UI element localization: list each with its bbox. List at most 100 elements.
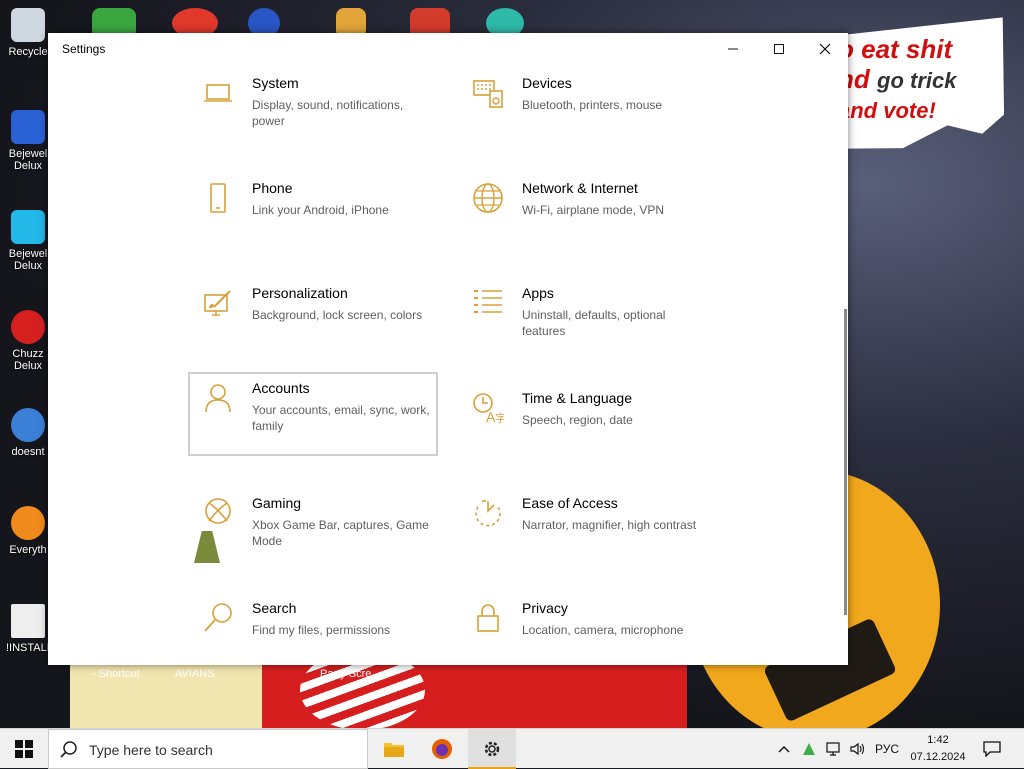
maximize-button[interactable] xyxy=(756,33,802,65)
network-icon[interactable] xyxy=(822,729,844,769)
settings-window: Settings System Display, sound, notifica… xyxy=(48,33,848,665)
tile-ease-of-access[interactable]: Ease of Access Narrator, magnifier, high… xyxy=(458,487,706,569)
tray-chevron-up-icon[interactable] xyxy=(774,729,794,769)
clock-date: 07.12.2024 xyxy=(910,751,966,763)
wallpaper-sign-line2b: go trick xyxy=(877,68,957,93)
taskbar-search-box[interactable] xyxy=(48,729,368,769)
tile-search[interactable]: Search Find my files, permissions xyxy=(188,592,436,665)
wallpaper-sign-line1: o eat shit xyxy=(838,34,953,64)
wallpaper-sign-line3: and vote! xyxy=(838,98,936,123)
clock-language-icon: A字 xyxy=(472,392,506,425)
tile-title: Phone xyxy=(252,180,293,196)
tile-title: Devices xyxy=(522,75,572,91)
tile-phone[interactable]: Phone Link your Android, iPhone xyxy=(188,172,436,254)
tile-title: Apps xyxy=(522,285,554,301)
desktop-icon-chuzzle[interactable]: Chuzz Delux xyxy=(6,310,50,372)
start-button[interactable] xyxy=(0,729,48,769)
notifications-button[interactable] xyxy=(978,729,1006,769)
maximize-icon xyxy=(774,44,784,54)
tile-description: Speech, region, date xyxy=(522,413,633,427)
wallpaper-label-party: Party Scre... xyxy=(320,668,381,680)
tile-accounts[interactable]: Accounts Your accounts, email, sync, wor… xyxy=(188,372,438,456)
desktop-icon-label: Bejewel Delux xyxy=(8,248,48,272)
taskbar-settings[interactable] xyxy=(468,729,516,769)
text-document-icon xyxy=(11,604,45,638)
desktop-icon-doesnt[interactable]: doesnt xyxy=(6,408,50,458)
desktop-icon-label: Bejewel Delux xyxy=(8,148,48,172)
tile-gaming[interactable]: Gaming Xbox Game Bar, captures, Game Mod… xyxy=(188,487,436,569)
tile-description: Find my files, permissions xyxy=(252,623,391,637)
desktop-icon-bejeweled-2[interactable]: Bejewel Delux xyxy=(6,210,50,272)
tile-description: Location, camera, microphone xyxy=(522,623,684,637)
volume-icon[interactable] xyxy=(846,729,868,769)
tile-description: Wi-Fi, airplane mode, VPN xyxy=(522,203,665,217)
desktop-icon-label: Everyth xyxy=(9,544,47,556)
desktop-icon-install[interactable]: !INSTALL xyxy=(6,604,53,654)
tile-system[interactable]: System Display, sound, notifications, po… xyxy=(188,67,436,149)
tile-devices[interactable]: Devices Bluetooth, printers, mouse xyxy=(458,67,706,149)
minimize-icon xyxy=(728,48,738,50)
person-icon xyxy=(202,382,234,414)
laptop-icon xyxy=(202,77,234,109)
tile-description: Bluetooth, printers, mouse xyxy=(522,98,663,112)
desktop-icon-label: !INSTALL xyxy=(6,642,53,654)
phone-icon xyxy=(202,182,234,214)
desktop-icon-label: doesnt xyxy=(11,446,45,458)
taskbar: РУС 1:42 07.12.2024 xyxy=(0,728,1024,769)
windows-logo-icon xyxy=(15,740,33,758)
notification-icon xyxy=(983,741,1001,757)
desktop-icon-recycle[interactable]: Recycle xyxy=(6,8,50,58)
scrollbar-thumb[interactable] xyxy=(844,309,847,615)
lock-icon xyxy=(472,602,504,634)
input-language-indicator[interactable]: РУС xyxy=(870,729,904,769)
desktop-icon-everything[interactable]: Everyth xyxy=(6,506,50,556)
svg-text:字: 字 xyxy=(495,411,504,424)
desktop-icon-bejeweled-1[interactable]: Bejewel Delux xyxy=(6,110,50,172)
recycle-bin-icon xyxy=(11,8,45,42)
tile-title: Accounts xyxy=(252,380,310,396)
bejeweled-icon xyxy=(11,110,45,144)
wallpaper-label-shortcut: - Shortcut xyxy=(92,668,140,680)
minimize-button[interactable] xyxy=(710,33,756,65)
chuzzle-icon xyxy=(11,310,45,344)
firefox-icon xyxy=(432,739,452,759)
tile-time-language[interactable]: A字 Time & Language Speech, region, date xyxy=(458,382,706,464)
bejeweled-gem-icon xyxy=(11,210,45,244)
tile-network-internet[interactable]: Network & Internet Wi-Fi, airplane mode,… xyxy=(458,172,706,254)
settings-content[interactable]: System Display, sound, notifications, po… xyxy=(48,65,848,665)
tray-app-icon[interactable] xyxy=(798,729,820,769)
folder-icon xyxy=(384,743,404,757)
taskbar-file-explorer[interactable] xyxy=(370,729,418,769)
tile-title: Time & Language xyxy=(522,390,632,406)
apps-list-icon xyxy=(472,287,504,319)
tile-description: Xbox Game Bar, captures, Game Mode xyxy=(252,518,429,548)
desktop-icon-label: Chuzz Delux xyxy=(12,348,44,372)
close-button[interactable] xyxy=(802,33,848,65)
tile-apps[interactable]: Apps Uninstall, defaults, optional featu… xyxy=(458,277,706,359)
keyboard-speaker-icon xyxy=(472,77,504,109)
tile-description: Link your Android, iPhone xyxy=(252,203,389,217)
tile-privacy[interactable]: Privacy Location, camera, microphone xyxy=(458,592,706,665)
search-icon xyxy=(60,741,77,758)
brush-screen-icon xyxy=(202,287,234,319)
tile-title: Network & Internet xyxy=(522,180,638,196)
wallpaper-sign-text: o eat shit nd go trick and vote! xyxy=(838,34,1008,126)
desktop-icon-label: Recycle xyxy=(8,46,48,58)
tile-description: Your accounts, email, sync, work, family xyxy=(252,403,430,433)
tile-personalization[interactable]: Personalization Background, lock screen,… xyxy=(188,277,436,359)
globe-icon xyxy=(472,182,504,214)
close-icon xyxy=(819,43,831,55)
tile-title: Privacy xyxy=(522,600,568,616)
system-clock[interactable]: 1:42 07.12.2024 xyxy=(900,732,976,766)
xbox-icon xyxy=(202,497,234,529)
ease-of-access-icon xyxy=(472,497,504,529)
title-bar[interactable]: Settings xyxy=(48,33,848,65)
tile-title: System xyxy=(252,75,299,91)
thunderbird-icon xyxy=(11,408,45,442)
tile-description: Background, lock screen, colors xyxy=(252,308,423,322)
window-title: Settings xyxy=(62,42,106,56)
search-input[interactable] xyxy=(87,738,361,762)
wallpaper-sign-line2: nd go trick xyxy=(838,64,1008,96)
wallpaper-label-avians: AVIANS xyxy=(175,668,215,680)
taskbar-firefox[interactable] xyxy=(418,729,466,769)
